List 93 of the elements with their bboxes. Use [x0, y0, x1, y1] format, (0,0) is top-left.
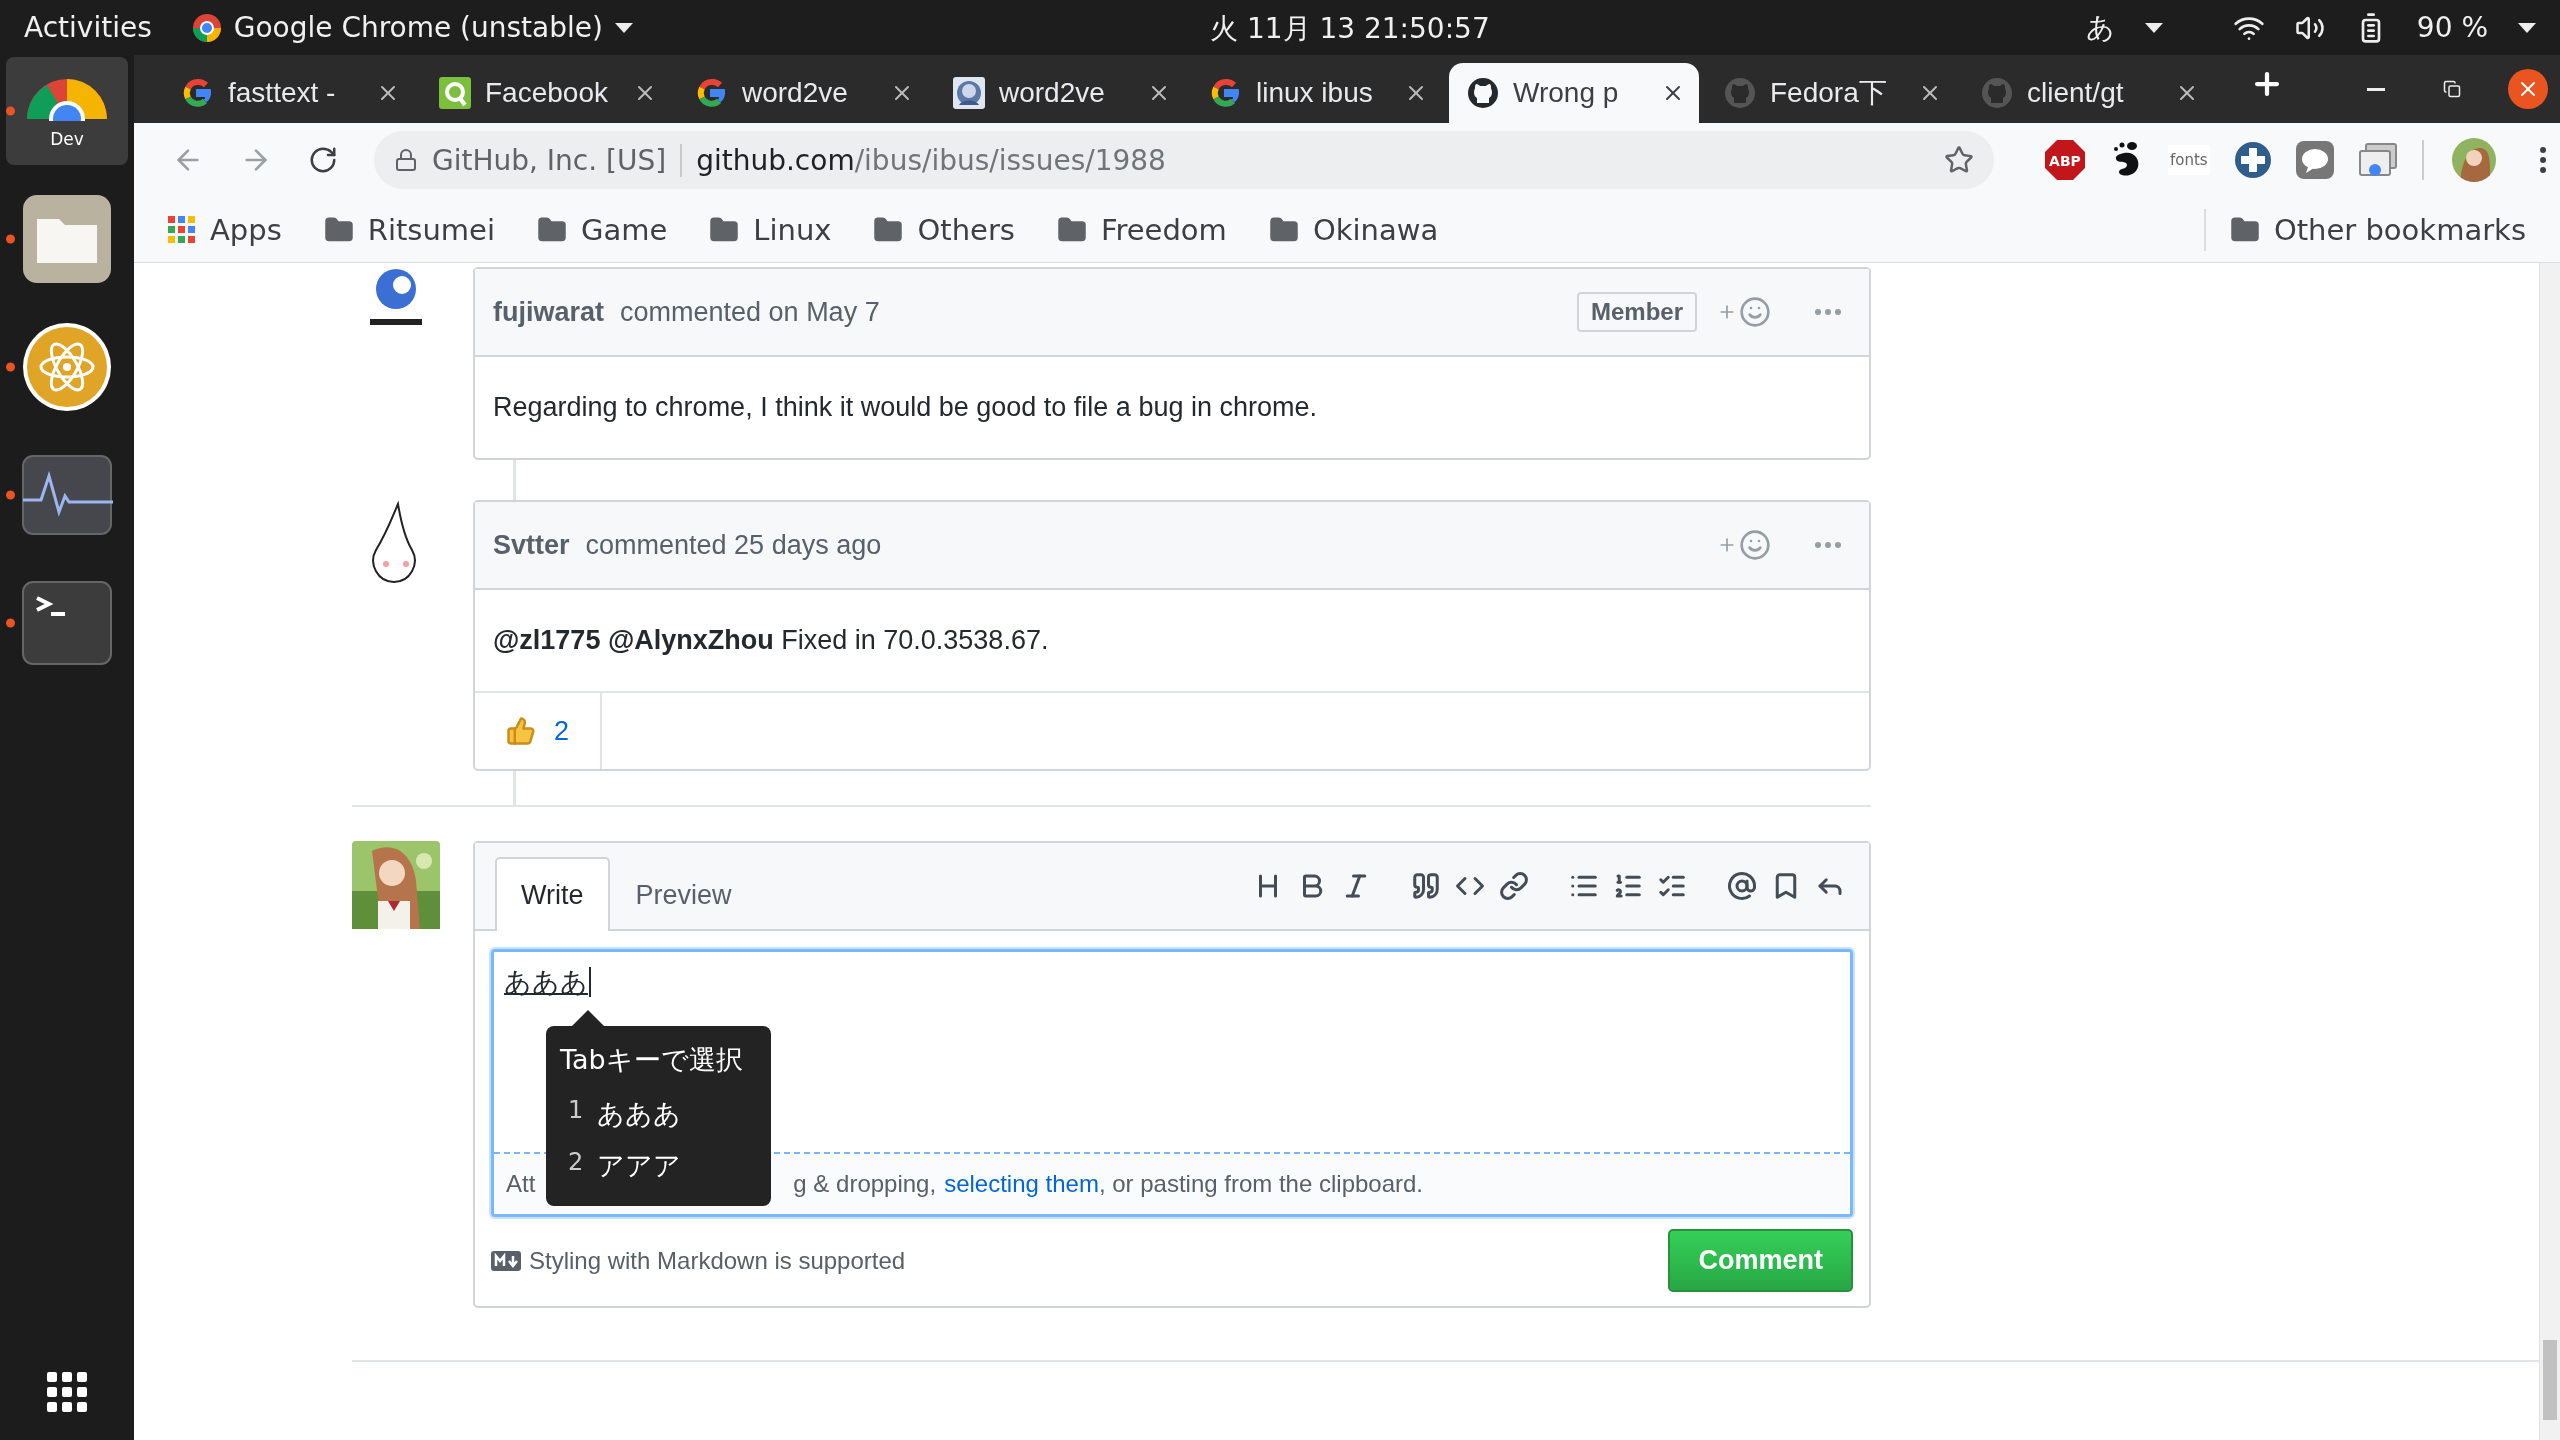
bookmark-star-icon[interactable]: [1944, 145, 1974, 175]
bookmark-item[interactable]: Apps: [164, 208, 286, 251]
scrollbar[interactable]: [2539, 263, 2560, 1440]
browser-tab[interactable]: Wrong p: [1449, 63, 1699, 123]
ellipsis-icon: [1815, 309, 1841, 315]
address-bar[interactable]: GitHub, Inc. [US] github.com/ibus/ibus/issues/1988: [374, 131, 1994, 189]
cross-circle-icon[interactable]: [2233, 141, 2272, 179]
attach-hint: Att: [506, 1170, 536, 1198]
fonts-extension-icon[interactable]: fonts: [2168, 145, 2210, 175]
attach-hint: , or pasting from the clipboard.: [1098, 1170, 1424, 1198]
bookmark-label: Linux: [753, 212, 832, 247]
ellipsis-icon: [1815, 542, 1841, 548]
markdown-note: Styling with Markdown is supported: [529, 1246, 906, 1275]
square-logo-icon: [439, 77, 471, 109]
dock-label: Dev: [49, 129, 85, 149]
bookmark-item[interactable]: Game: [533, 208, 672, 251]
bookmark-label: Others: [917, 212, 1015, 247]
quote-icon[interactable]: [1411, 871, 1441, 901]
windows-icon[interactable]: [2357, 142, 2398, 178]
member-badge: Member: [1576, 292, 1697, 332]
reload-icon: [308, 145, 338, 175]
chrome-icon: [191, 12, 222, 43]
attach-hint: g & dropping,: [793, 1170, 937, 1198]
smiley-icon: [1739, 529, 1771, 561]
url-text: github.com/ibus/ibus/issues/1988: [696, 143, 1166, 177]
browser-tab[interactable]: Facebook: [421, 63, 671, 123]
cat-logo-icon: [1981, 77, 2013, 109]
ime-candidate[interactable]: 1 あああ: [546, 1088, 771, 1140]
close-button[interactable]: [2508, 69, 2548, 109]
comment-textarea[interactable]: あああ Att g & dropping, selecting them, or pasting from the clipboard. Tabキーで選択 1 あああ 2 アアア: [491, 949, 1853, 1217]
bookmark-item[interactable]: Ritsumei: [319, 208, 499, 251]
editor-tab[interactable]: Write: [495, 857, 610, 931]
cat-logo-icon: [1724, 77, 1756, 109]
browser-tab[interactable]: linux ibus: [1192, 63, 1442, 123]
thumbs-up-icon: [506, 716, 536, 746]
ime-title: Tabキーで選択: [559, 1043, 744, 1077]
app-menu[interactable]: Google Chrome (unstable): [233, 11, 603, 44]
comment-author[interactable]: Svtter: [493, 529, 570, 561]
cat-logo-icon: [1467, 77, 1499, 109]
reaction-button[interactable]: 2: [475, 693, 602, 769]
comment-text: Regarding to chrome, I think it would be good to file a bug in chrome.: [493, 392, 1317, 423]
comment-time: commented on May 7: [620, 296, 881, 328]
site-identity: GitHub, Inc. [US]: [432, 143, 683, 177]
activities-button[interactable]: Activities: [24, 11, 152, 44]
google-icon: [696, 77, 728, 109]
markdown-icon: [491, 1250, 521, 1271]
battery-percent: 90 %: [2416, 11, 2488, 44]
bookmark-label: Other bookmarks: [2273, 212, 2526, 247]
editor-tab[interactable]: Preview: [609, 857, 758, 931]
app-grid-icon[interactable]: [47, 1372, 87, 1412]
atom-icon: [21, 321, 113, 413]
minimize-icon: [2367, 87, 2385, 91]
caret-icon: [614, 22, 633, 33]
apps-grid-icon: [168, 215, 196, 244]
comment-time: commented 25 days ago: [585, 529, 883, 561]
lock-icon: [394, 148, 418, 172]
clock[interactable]: 火 11月 13 21:50:57: [1210, 10, 1490, 48]
google-icon: [1210, 77, 1242, 109]
menu-icon: [2539, 147, 2546, 173]
bookmark-item[interactable]: Linux: [705, 208, 836, 251]
ime-candidate[interactable]: 2 アアア: [546, 1140, 771, 1192]
bookmark-item[interactable]: Other bookmarks: [2225, 208, 2530, 251]
system-monitor-icon: [21, 454, 113, 536]
smiley-icon: [1739, 296, 1771, 328]
browser-tab[interactable]: word2ve: [935, 63, 1185, 123]
caret-icon: [2144, 22, 2163, 33]
bookmark-label: Ritsumei: [367, 212, 495, 247]
bookmark-label: Game: [581, 212, 668, 247]
popup-pointer: [572, 1010, 604, 1026]
browser-tab[interactable]: word2ve: [678, 63, 928, 123]
chat-bubble-icon[interactable]: [2295, 141, 2334, 179]
mention-icon[interactable]: [1727, 871, 1757, 901]
google-icon: [182, 77, 214, 109]
bookmark-label: Okinawa: [1312, 212, 1439, 247]
bookmark-label: Apps: [210, 212, 282, 247]
link-icon[interactable]: [1499, 871, 1529, 901]
browser-tab[interactable]: Fedora下: [1706, 63, 1956, 123]
input-method-indicator[interactable]: あ: [2085, 8, 2115, 47]
comment-author[interactable]: fujiwarat: [493, 296, 605, 328]
select-files-link[interactable]: selecting them: [944, 1170, 1099, 1198]
bookmark-item[interactable]: Freedom: [1052, 208, 1231, 251]
folder-icon: [21, 193, 113, 285]
comment-text: @zl1775 @AlynxZhou Fixed in 70.0.3538.67.: [493, 625, 1049, 656]
bookmark-item[interactable]: Others: [869, 208, 1019, 251]
browser-tab[interactable]: fasttext -: [164, 63, 414, 123]
browser-tab[interactable]: client/gt: [1963, 63, 2213, 123]
bookmark-label: Freedom: [1100, 212, 1227, 247]
restore-icon: [2443, 80, 2461, 98]
bookmark-item[interactable]: Okinawa: [1264, 208, 1443, 251]
adblock-extension-icon[interactable]: ABP: [2044, 139, 2086, 181]
terminal-icon: [21, 580, 113, 666]
caret-icon: [2518, 22, 2536, 33]
dock-item[interactable]: Dev: [6, 57, 128, 165]
